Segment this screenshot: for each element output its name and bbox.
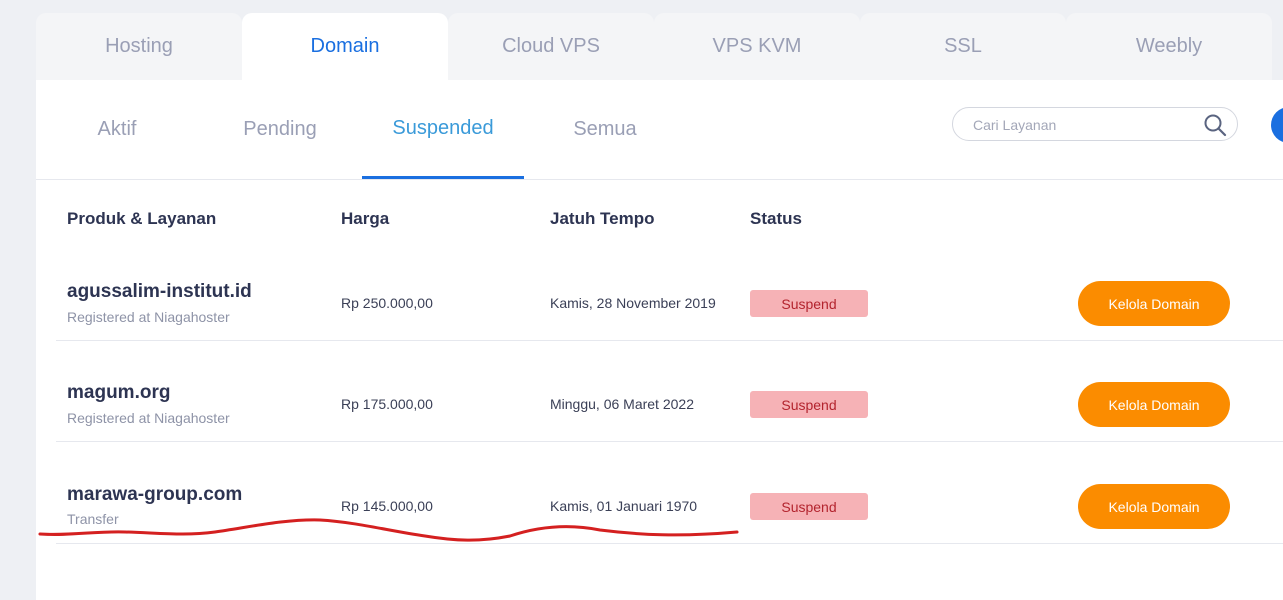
services-panel: Aktif Pending Suspended Semua Produk & L… xyxy=(36,80,1283,600)
due-date: Minggu, 06 Maret 2022 xyxy=(550,396,694,412)
domain-source: Registered at Niagahoster xyxy=(67,309,230,325)
domain-name[interactable]: magum.org xyxy=(67,382,170,404)
due-date: Kamis, 01 Januari 1970 xyxy=(550,498,698,514)
tab-hosting[interactable]: Hosting xyxy=(36,13,242,80)
price: Rp 250.000,00 xyxy=(341,295,433,311)
header-status: Status xyxy=(750,209,802,228)
subtab-divider xyxy=(36,179,1283,180)
price: Rp 145.000,00 xyxy=(341,498,433,514)
row-divider xyxy=(56,543,1283,544)
product-tabbar: Hosting Domain Cloud VPS VPS KVM SSL Wee… xyxy=(36,13,1283,80)
status-badge: Suspend xyxy=(750,391,868,418)
price: Rp 175.000,00 xyxy=(341,396,433,412)
subtab-semua[interactable]: Semua xyxy=(524,80,686,179)
subtab-pending[interactable]: Pending xyxy=(199,80,361,179)
table-row: agussalim-institut.id Registered at Niag… xyxy=(36,260,1283,361)
header-harga: Harga xyxy=(341,209,390,228)
domain-source: Registered at Niagahoster xyxy=(67,410,230,426)
tab-weebly[interactable]: Weebly xyxy=(1066,13,1272,80)
domain-source: Transfer xyxy=(67,511,119,527)
subtab-aktif[interactable]: Aktif xyxy=(36,80,198,179)
domain-name[interactable]: marawa-group.com xyxy=(67,484,242,506)
due-date: Kamis, 28 November 2019 xyxy=(550,295,716,311)
add-service-button[interactable] xyxy=(1271,107,1283,143)
search-box xyxy=(952,107,1238,141)
manage-domain-button[interactable]: Kelola Domain xyxy=(1078,281,1230,326)
row-divider xyxy=(56,441,1283,442)
tab-domain[interactable]: Domain xyxy=(242,13,448,80)
header-jatuh-tempo: Jatuh Tempo xyxy=(550,209,655,228)
status-badge: Suspend xyxy=(750,493,868,520)
tab-vps-kvm[interactable]: VPS KVM xyxy=(654,13,860,80)
table-row: marawa-group.com Transfer Rp 145.000,00 … xyxy=(36,463,1283,564)
search-icon[interactable] xyxy=(1203,113,1227,137)
status-badge: Suspend xyxy=(750,290,868,317)
tab-ssl[interactable]: SSL xyxy=(860,13,1066,80)
table-row: magum.org Registered at Niagahoster Rp 1… xyxy=(36,361,1283,462)
row-divider xyxy=(56,340,1283,341)
manage-domain-button[interactable]: Kelola Domain xyxy=(1078,382,1230,427)
tab-cloud-vps[interactable]: Cloud VPS xyxy=(448,13,654,80)
search-input[interactable] xyxy=(971,114,1195,136)
header-produk-layanan: Produk & Layanan xyxy=(67,209,217,228)
manage-domain-button[interactable]: Kelola Domain xyxy=(1078,484,1230,529)
domain-name[interactable]: agussalim-institut.id xyxy=(67,281,252,303)
subtab-suspended[interactable]: Suspended xyxy=(362,80,524,179)
